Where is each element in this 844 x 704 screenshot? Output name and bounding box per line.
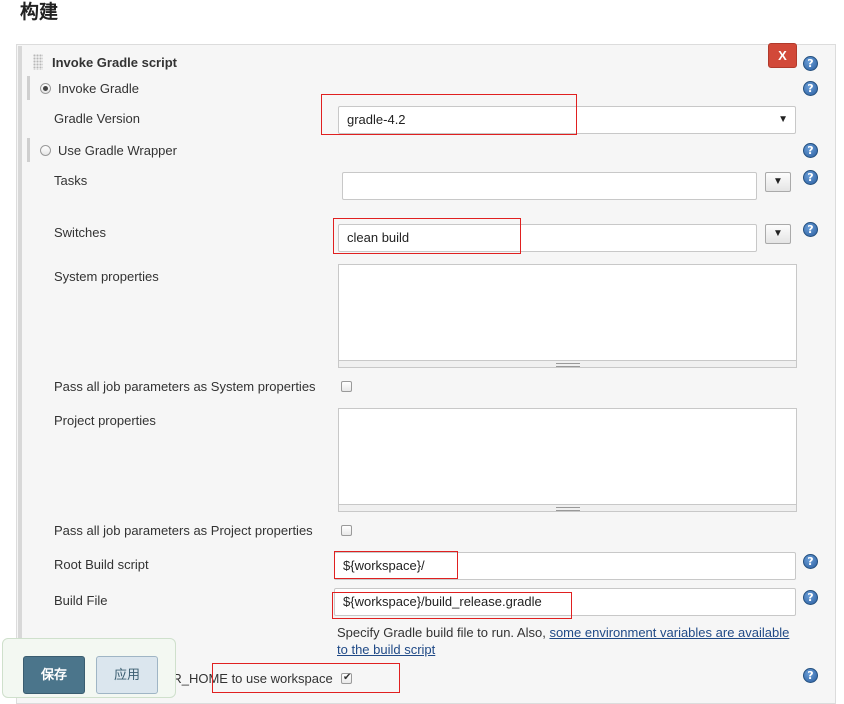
highlight-box	[334, 551, 458, 579]
highlight-box	[333, 218, 521, 254]
tasks-label: Tasks	[54, 173, 88, 188]
env-vars-link[interactable]: to the build script	[337, 642, 435, 657]
option-bar	[27, 76, 30, 100]
pass-system-checkbox[interactable]	[341, 381, 352, 392]
help-icon[interactable]: ?	[803, 170, 818, 185]
switches-expand-button[interactable]: ▼	[765, 224, 791, 244]
build-file-label: Build File	[54, 593, 108, 608]
invoke-gradle-label: Invoke Gradle	[58, 81, 139, 96]
panel-left-bar	[18, 46, 22, 696]
resize-handle[interactable]	[338, 361, 797, 368]
option-bar	[27, 138, 30, 162]
highlight-box	[321, 94, 577, 135]
build-file-hint-text: Specify Gradle build file to run. Also,	[337, 625, 550, 640]
env-vars-link[interactable]: some environment variables are available	[549, 625, 789, 640]
section-title: 构建	[20, 2, 59, 23]
resize-handle[interactable]	[338, 505, 797, 512]
help-icon[interactable]: ?	[803, 81, 818, 96]
project-properties-textarea[interactable]	[338, 408, 797, 505]
gradle-version-label: Gradle Version	[54, 111, 140, 126]
apply-button[interactable]: 应用	[96, 656, 158, 694]
pass-system-label: Pass all job parameters as System proper…	[54, 379, 316, 394]
save-button[interactable]: 保存	[23, 656, 85, 694]
system-properties-textarea[interactable]	[338, 264, 797, 361]
system-properties-label: System properties	[54, 269, 159, 284]
root-build-script-label: Root Build script	[54, 557, 149, 572]
help-icon[interactable]: ?	[803, 56, 818, 71]
help-icon[interactable]: ?	[803, 554, 818, 569]
help-icon[interactable]: ?	[803, 590, 818, 605]
pass-project-checkbox[interactable]	[341, 525, 352, 536]
tasks-expand-button[interactable]: ▼	[765, 172, 791, 192]
use-gradle-wrapper-label: Use Gradle Wrapper	[58, 143, 177, 158]
help-icon[interactable]: ?	[803, 143, 818, 158]
invoke-gradle-radio[interactable]	[40, 83, 51, 94]
help-icon[interactable]: ?	[803, 668, 818, 683]
switches-label: Switches	[54, 225, 107, 240]
drag-handle-icon[interactable]	[33, 54, 43, 70]
highlight-box	[332, 592, 572, 619]
build-file-hint: Specify Gradle build file to run. Also, …	[337, 624, 797, 658]
help-icon[interactable]: ?	[803, 222, 818, 237]
step-title: Invoke Gradle script	[52, 55, 177, 70]
tasks-input[interactable]	[342, 172, 757, 200]
project-properties-label: Project properties	[54, 413, 156, 428]
highlight-box	[212, 663, 400, 693]
delete-step-button[interactable]: X	[768, 43, 797, 68]
pass-project-label: Pass all job parameters as Project prope…	[54, 523, 313, 538]
dropdown-arrow-icon: ▼	[778, 114, 788, 125]
use-gradle-wrapper-radio[interactable]	[40, 145, 51, 156]
